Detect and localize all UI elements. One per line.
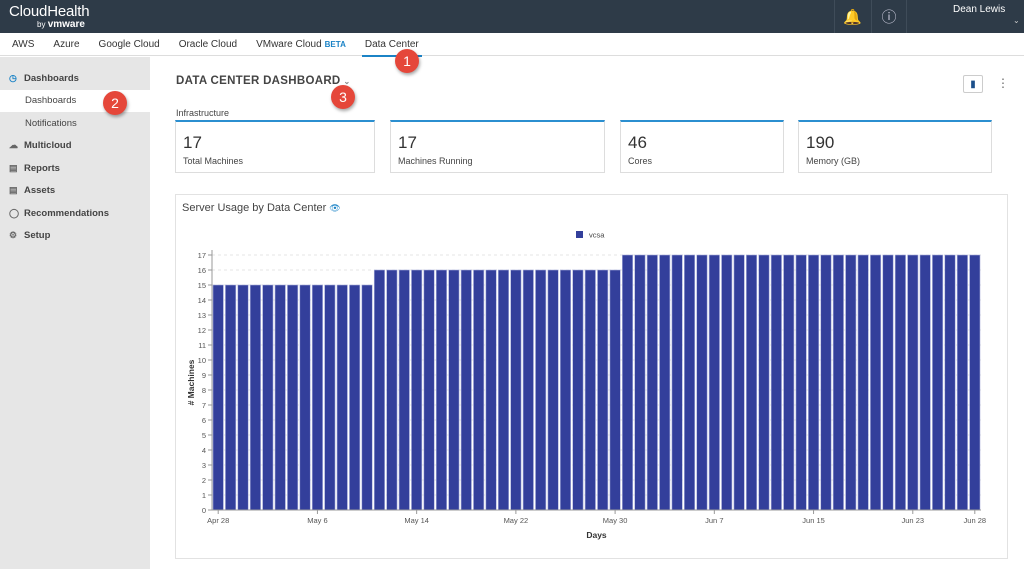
bar	[448, 269, 460, 511]
x-tick-label: May 6	[307, 516, 327, 525]
bar	[770, 254, 782, 511]
bar	[510, 269, 522, 511]
bar	[857, 254, 869, 511]
bar	[398, 269, 410, 511]
bar	[584, 269, 596, 511]
x-tick-label: Jun 7	[705, 516, 723, 525]
bar	[460, 269, 472, 511]
y-tick-label: 1	[202, 491, 206, 500]
y-tick-label: 13	[198, 311, 206, 320]
callout-badge-2: 2	[103, 91, 127, 115]
bar	[622, 254, 634, 511]
y-axis-label: # Machines	[186, 359, 196, 405]
x-tick-label: May 30	[603, 516, 628, 525]
bar	[919, 254, 931, 511]
bar-chart: 01234567891011121314151617Apr 28 May 6 May…	[186, 231, 987, 541]
bar	[783, 254, 795, 511]
bar	[696, 254, 708, 511]
bar	[473, 269, 485, 511]
y-tick-label: 14	[198, 296, 206, 305]
bar	[733, 254, 745, 511]
bar	[411, 269, 423, 511]
y-tick-label: 3	[202, 461, 206, 470]
bar	[845, 254, 857, 511]
bar	[361, 284, 373, 511]
x-tick-label: Jun 23	[902, 516, 925, 525]
y-tick-label: 6	[202, 416, 206, 425]
x-tick-label: Jun 15	[802, 516, 825, 525]
y-tick-label: 11	[198, 341, 206, 350]
bar	[386, 269, 398, 511]
bar	[646, 254, 658, 511]
callout-badge-3: 3	[331, 85, 355, 109]
bar	[820, 254, 832, 511]
bar	[535, 269, 547, 511]
y-tick-label: 17	[198, 251, 206, 260]
callout-badge-1: 1	[395, 49, 419, 73]
bar	[969, 254, 981, 511]
y-tick-label: 12	[198, 326, 206, 335]
bar	[522, 269, 534, 511]
bar	[671, 254, 683, 511]
bar	[225, 284, 237, 511]
bar	[237, 284, 249, 511]
y-tick-label: 15	[198, 281, 206, 290]
bar	[746, 254, 758, 511]
bar	[907, 254, 919, 511]
bar	[423, 269, 435, 511]
bar	[249, 284, 261, 511]
bar	[311, 284, 323, 511]
bar	[832, 254, 844, 511]
y-tick-label: 10	[198, 356, 206, 365]
bar	[547, 269, 559, 511]
y-tick-label: 5	[202, 431, 206, 440]
x-tick-label: May 14	[404, 516, 429, 525]
bar	[708, 254, 720, 511]
x-tick-label: Jun 28	[964, 516, 987, 525]
bar	[684, 254, 696, 511]
bar	[758, 254, 770, 511]
bar	[373, 269, 385, 511]
y-tick-label: 9	[202, 371, 206, 380]
bar	[795, 254, 807, 511]
bar	[485, 269, 497, 511]
bar	[324, 284, 336, 511]
bar	[274, 284, 286, 511]
y-tick-label: 4	[202, 446, 206, 455]
bar	[659, 254, 671, 511]
bar	[559, 269, 571, 511]
bar	[894, 254, 906, 511]
bar	[956, 254, 968, 511]
bar	[932, 254, 944, 511]
y-tick-label: 7	[202, 401, 206, 410]
y-tick-label: 0	[202, 506, 206, 515]
bar	[808, 254, 820, 511]
x-tick-label: May 22	[504, 516, 529, 525]
x-tick-label: Apr 28	[207, 516, 229, 525]
bar	[944, 254, 956, 511]
bar	[212, 284, 224, 511]
bar	[497, 269, 509, 511]
y-tick-label: 8	[202, 386, 206, 395]
x-axis-label: Days	[586, 530, 607, 540]
bar	[609, 269, 621, 511]
bar	[287, 284, 299, 511]
bar	[262, 284, 274, 511]
y-tick-label: 16	[198, 266, 206, 275]
bar	[435, 269, 447, 511]
bar	[721, 254, 733, 511]
bar	[572, 269, 584, 511]
bar	[336, 284, 348, 511]
bar	[597, 269, 609, 511]
bar	[882, 254, 894, 511]
bar	[299, 284, 311, 511]
legend-label: vcsa	[589, 231, 605, 240]
bar	[349, 284, 361, 511]
bar	[870, 254, 882, 511]
bar	[634, 254, 646, 511]
legend-swatch	[576, 231, 583, 238]
y-tick-label: 2	[202, 476, 206, 485]
